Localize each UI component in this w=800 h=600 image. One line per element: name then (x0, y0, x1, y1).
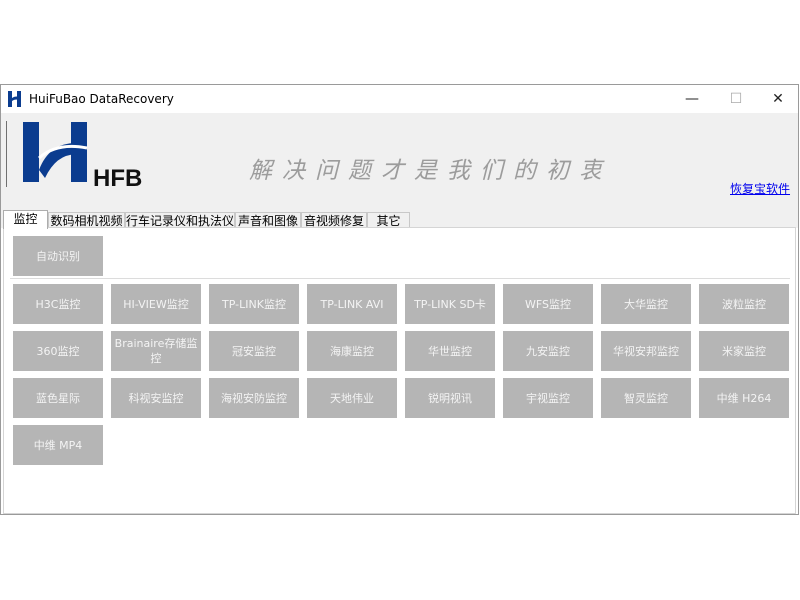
format-button[interactable]: H3C监控 (13, 284, 103, 324)
format-button[interactable]: HI-VIEW监控 (111, 284, 201, 324)
tab-dashcam[interactable]: 行车记录仪和执法仪 (125, 212, 235, 228)
tab-strip: 监控 数码相机视频 行车记录仪和执法仪 声音和图像 音视频修复 其它 (1, 210, 798, 229)
format-button[interactable]: 锐明视讯 (405, 378, 495, 418)
app-window: HuiFuBao DataRecovery — ☐ ✕ HFB 解决问题才是我们… (0, 84, 799, 515)
tab-av-repair[interactable]: 音视频修复 (301, 212, 367, 228)
format-button[interactable]: 九安监控 (503, 331, 593, 371)
hfb-app-icon (8, 91, 21, 107)
format-button[interactable]: 海康监控 (307, 331, 397, 371)
panel-separator (10, 278, 790, 279)
header-divider (6, 121, 7, 187)
format-button[interactable]: TP-LINK SD卡 (405, 284, 495, 324)
format-button[interactable]: 天地伟业 (307, 378, 397, 418)
format-button[interactable]: 科视安监控 (111, 378, 201, 418)
format-button[interactable]: TP-LINK AVI (307, 284, 397, 324)
format-button[interactable]: 蓝色星际 (13, 378, 103, 418)
format-button[interactable]: WFS监控 (503, 284, 593, 324)
minimize-button[interactable]: — (671, 85, 713, 113)
format-button[interactable]: TP-LINK监控 (209, 284, 299, 324)
format-button[interactable]: Brainaire存储监控 (111, 331, 201, 371)
format-button[interactable]: 华视安邦监控 (601, 331, 691, 371)
format-button[interactable]: 米家监控 (699, 331, 789, 371)
format-button[interactable]: 冠安监控 (209, 331, 299, 371)
format-button[interactable]: 海视安防监控 (209, 378, 299, 418)
format-button[interactable]: 360监控 (13, 331, 103, 371)
format-button[interactable]: 宇视监控 (503, 378, 593, 418)
format-button[interactable]: 华世监控 (405, 331, 495, 371)
monitoring-panel: 自动识别 H3C监控 HI-VIEW监控 TP-LINK监控 TP-LINK A… (3, 227, 796, 514)
close-button[interactable]: ✕ (757, 85, 799, 113)
header-banner: HFB 解决问题才是我们的初衷 恢复宝软件 (1, 113, 798, 210)
tab-monitoring[interactable]: 监控 (3, 210, 48, 229)
hfb-logo: HFB (23, 122, 142, 190)
maximize-button[interactable]: ☐ (715, 85, 757, 113)
slogan-text: 解决问题才是我们的初衷 (249, 158, 612, 184)
tab-audio-image[interactable]: 声音和图像 (235, 212, 301, 228)
company-link[interactable]: 恢复宝软件 (730, 180, 790, 197)
logo-text: HFB (93, 165, 142, 190)
format-button[interactable]: 智灵监控 (601, 378, 691, 418)
title-bar[interactable]: HuiFuBao DataRecovery — ☐ ✕ (1, 85, 798, 113)
tab-digital-camera[interactable]: 数码相机视频 (48, 212, 125, 228)
format-button[interactable]: 大华监控 (601, 284, 691, 324)
format-button[interactable]: 波粒监控 (699, 284, 789, 324)
format-button[interactable]: 中维 MP4 (13, 425, 103, 465)
tab-other[interactable]: 其它 (367, 212, 410, 228)
auto-detect-button[interactable]: 自动识别 (13, 236, 103, 276)
window-title: HuiFuBao DataRecovery (29, 92, 174, 106)
format-button[interactable]: 中维 H264 (699, 378, 789, 418)
